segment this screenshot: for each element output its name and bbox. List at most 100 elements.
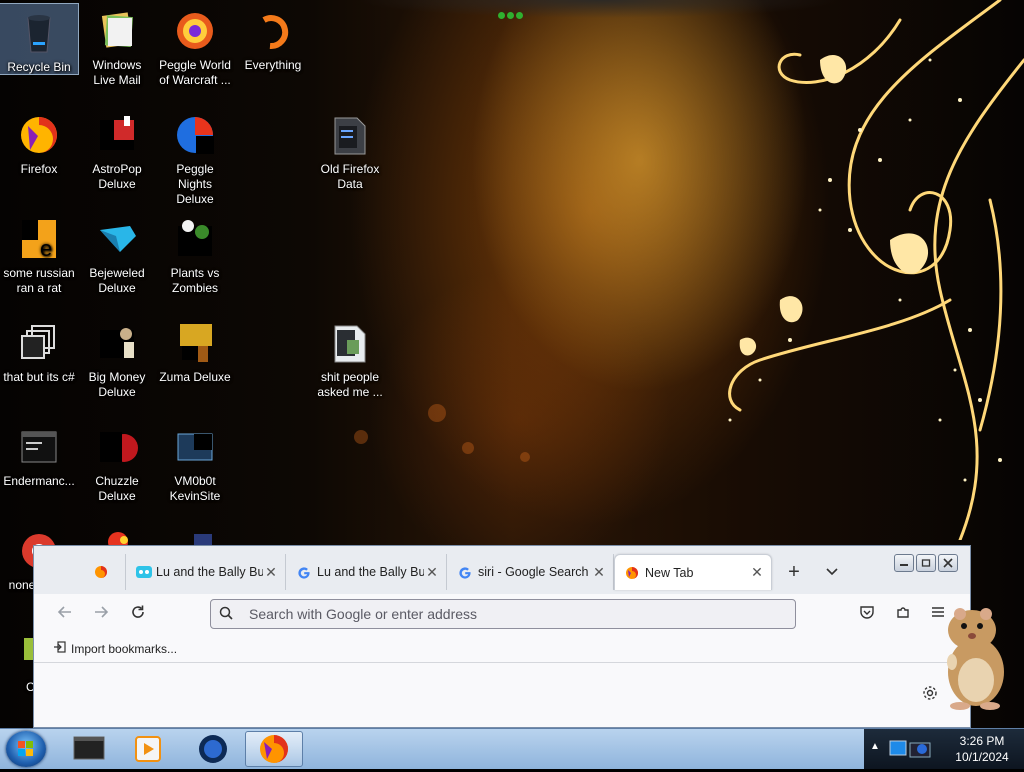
bokeh-dot [462, 442, 474, 454]
recycle-bin-icon [16, 10, 62, 56]
tab-close-icon[interactable]: ✕ [424, 564, 440, 581]
pocket-icon [860, 606, 874, 619]
tab-title: Lu and the Bally Bu [317, 565, 424, 579]
google-favicon-icon [458, 565, 472, 579]
folder-icon [327, 320, 373, 366]
search-icon [219, 606, 237, 623]
tab-lu-bally-2[interactable]: Lu and the Bally Bu ✕ [287, 554, 447, 590]
list-all-tabs-button[interactable] [822, 560, 842, 584]
tab-close-icon[interactable]: ✕ [749, 564, 765, 581]
desktop-icon-astropop[interactable]: AstroPop Deluxe [78, 106, 156, 192]
desktop-icon-big-money[interactable]: Big Money Deluxe [78, 314, 156, 400]
windows-logo-icon [18, 741, 33, 756]
taskbar-app-media-player[interactable] [120, 731, 178, 767]
bejeweled-icon [94, 216, 140, 262]
tab-siri-google-search[interactable]: siri - Google Search ✕ [448, 554, 614, 590]
new-tab-settings-button[interactable] [922, 685, 938, 706]
astropop-icon [94, 112, 140, 158]
desktop-icon-endermanc[interactable]: Endermanc... [0, 418, 78, 489]
system-tray: ▲ 3:26 PM 10/1/2024 [864, 729, 1024, 769]
url-input[interactable] [247, 605, 771, 623]
desktop-icon-peggle-nights[interactable]: Peggle Nights Deluxe [156, 106, 234, 207]
firefox-favicon-icon [625, 566, 639, 580]
start-button[interactable] [6, 731, 46, 767]
taskbar-app-firefox[interactable] [245, 731, 303, 767]
media-player-icon [135, 736, 161, 762]
new-tab-button[interactable]: + [784, 560, 804, 584]
back-button[interactable] [54, 604, 76, 626]
desktop-icon-firefox[interactable]: Firefox [0, 106, 78, 177]
desktop-icon-java-shortcut[interactable]: e some russian ran a rat [0, 210, 78, 296]
desktop-icon-everything[interactable]: Everything [234, 2, 312, 73]
minimize-icon [900, 564, 908, 566]
hamster-desktop-pet[interactable] [938, 602, 1010, 712]
desktop-icon-peggle-wow[interactable]: Peggle World of Warcraft ... [156, 2, 234, 88]
import-bookmarks-label: Import bookmarks... [71, 641, 178, 656]
tab-new-tab[interactable]: New Tab ✕ [614, 554, 772, 590]
maximize-button[interactable] [916, 554, 936, 572]
import-bookmarks-button[interactable]: Import bookmarks... [54, 641, 177, 656]
golden-swirl-decoration [728, 0, 1024, 540]
clock-date: 10/1/2024 [955, 750, 1009, 764]
desktop-icon-folder-shit-people[interactable]: shit people asked me ... [311, 314, 389, 400]
tab-close-icon[interactable]: ✕ [263, 564, 279, 581]
arrow-right-icon [95, 606, 109, 618]
pocket-button[interactable] [856, 604, 878, 626]
chrome-remote-icon [917, 744, 927, 754]
navigation-toolbar [34, 594, 970, 636]
desktop-icon-plants-vs-zombies[interactable]: Plants vs Zombies [156, 210, 234, 296]
reload-icon [132, 605, 144, 618]
arrow-left-icon [57, 606, 71, 618]
show-hidden-icons-button[interactable]: ▲ [870, 741, 880, 752]
taskbar-app-dark[interactable] [60, 731, 118, 767]
folder-icon [327, 112, 373, 158]
big-money-icon [94, 320, 140, 366]
tab-title: Lu and the Bally Bu [156, 565, 263, 579]
tab-close-icon[interactable]: ✕ [591, 564, 607, 581]
terminal-icon [16, 424, 62, 470]
clock-time: 3:26 PM [959, 734, 1005, 748]
taskbar-clock[interactable]: 3:26 PM 10/1/2024 [942, 733, 1022, 765]
wallpaper-green-dots [498, 6, 528, 19]
taskbar-app-vm[interactable] [184, 731, 242, 767]
tab-title: New Tab [645, 565, 694, 580]
gear-icon [923, 686, 937, 700]
tab-lu-bally-1[interactable]: Lu and the Bally Bu ✕ [126, 554, 286, 590]
tab-title: siri - Google Search [478, 565, 589, 579]
address-bar[interactable] [210, 599, 796, 629]
firefox-icon [16, 112, 62, 158]
tab-bar: Lu and the Bally Bu ✕ Lu and the Bally B… [34, 546, 970, 594]
bokeh-dot [428, 404, 446, 422]
extensions-button[interactable] [892, 604, 914, 626]
desktop-icon-c-sharp-shortcut[interactable]: that but its c# [0, 314, 78, 385]
chuzzle-icon [94, 424, 140, 470]
minimize-button[interactable] [894, 554, 914, 572]
desktop-icon-zuma[interactable]: Zuma Deluxe [156, 314, 234, 385]
windows-live-mail-icon [94, 8, 140, 54]
forward-button[interactable] [90, 604, 112, 626]
close-window-button[interactable] [938, 554, 958, 572]
desktop-icon-vm0b0t[interactable]: VM0b0t KevinSite [156, 418, 234, 504]
desktop-icon-old-firefox-data[interactable]: Old Firefox Data [311, 106, 389, 192]
desktop-icon-bejeweled[interactable]: Bejeweled Deluxe [78, 210, 156, 296]
import-icon [54, 641, 66, 656]
everything-search-icon [250, 8, 296, 54]
desktop-icon-chuzzle[interactable]: Chuzzle Deluxe [78, 418, 156, 504]
chevron-down-icon [826, 568, 838, 576]
desktop-icon-windows-live-mail[interactable]: Windows Live Mail [78, 2, 156, 88]
maximize-icon [921, 559, 931, 567]
firefox-window[interactable]: Lu and the Bally Bu ✕ Lu and the Bally B… [33, 545, 971, 728]
java-icon: e [16, 216, 62, 262]
taskbar-app-icon [73, 736, 105, 760]
peggle-nights-icon [172, 112, 218, 158]
bokeh-dot [354, 430, 368, 444]
shortcut-icon [16, 320, 62, 366]
firefox-icon [260, 735, 288, 763]
tab-pinned-firefox[interactable] [84, 554, 126, 590]
desktop-icon-recycle-bin[interactable]: Recycle Bin [0, 3, 79, 75]
reload-button[interactable] [127, 604, 149, 626]
peggle-wow-icon [172, 8, 218, 54]
vm-icon [172, 424, 218, 470]
bookmarks-toolbar: Import bookmarks... [34, 636, 970, 663]
close-icon [943, 558, 953, 568]
